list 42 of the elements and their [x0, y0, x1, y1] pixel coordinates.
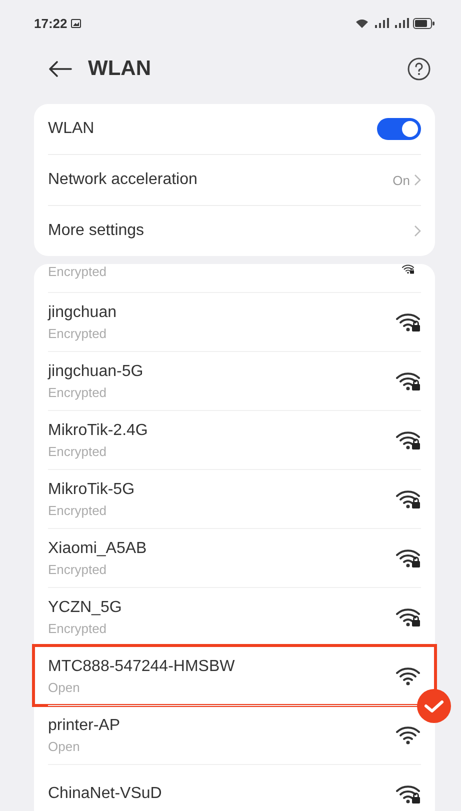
wifi-status-icon — [355, 18, 369, 28]
network-row[interactable]: MikroTik-5G Encrypted — [48, 469, 421, 528]
signal-icon — [393, 18, 409, 28]
network-status: Encrypted — [48, 620, 108, 636]
network-row[interactable]: jingchuan-5G Encrypted — [48, 351, 421, 410]
network-name: ChinaNet-VSuD — [48, 785, 163, 803]
back-button[interactable] — [46, 58, 74, 80]
status-time: 17:22 — [34, 16, 68, 30]
wlan-toggle[interactable] — [377, 118, 421, 140]
network-name: YCZN_5G — [48, 598, 123, 616]
network-row[interactable]: ChinaNet-VSuD — [48, 764, 421, 811]
network-status: Open — [48, 680, 81, 694]
network-name: printer-AP — [48, 716, 122, 734]
network-status: Encrypted — [48, 502, 108, 518]
network-row[interactable]: MikroTik-2.4G Encrypted — [48, 410, 421, 469]
network-name: MikroTik-5G — [48, 480, 136, 498]
network-name: MikroTik-2.4G — [48, 422, 149, 440]
gallery-icon — [71, 18, 82, 28]
network-row[interactable]: YCZN_5G Encrypted — [48, 587, 421, 646]
setting-label: WLAN — [48, 120, 96, 138]
page-title: WLAN — [88, 57, 152, 81]
help-icon[interactable] — [407, 57, 431, 81]
highlighted-network-row[interactable]: MTC888-547244-HMSBW Open — [34, 646, 435, 705]
setting-label: More settings — [48, 222, 146, 240]
network-name: MTC888-547244-HMSBW — [48, 658, 236, 676]
network-name: jingchuan-5G — [48, 362, 144, 380]
network-status: Encrypted — [48, 264, 108, 279]
network-status: Encrypted — [48, 326, 108, 340]
network-status: Encrypted — [48, 562, 108, 576]
network-row[interactable]: Xiaomi_A5AB Encrypted — [48, 528, 421, 587]
network-status: Open — [48, 738, 81, 754]
signal-icon — [373, 18, 389, 28]
network-row[interactable]: printer-AP Open — [48, 705, 421, 764]
network-name: Xiaomi_A5AB — [48, 540, 148, 558]
setting-label: Network acceleration — [48, 171, 198, 189]
network-row[interactable]: jingchuan Encrypted — [48, 292, 421, 351]
network-name: jingchuan — [48, 304, 118, 322]
battery-icon — [413, 18, 435, 28]
network-status: Encrypted — [48, 444, 108, 458]
back-arrow-icon — [48, 60, 72, 78]
setting-value: On — [392, 172, 410, 188]
network-status: Encrypted — [48, 384, 108, 400]
